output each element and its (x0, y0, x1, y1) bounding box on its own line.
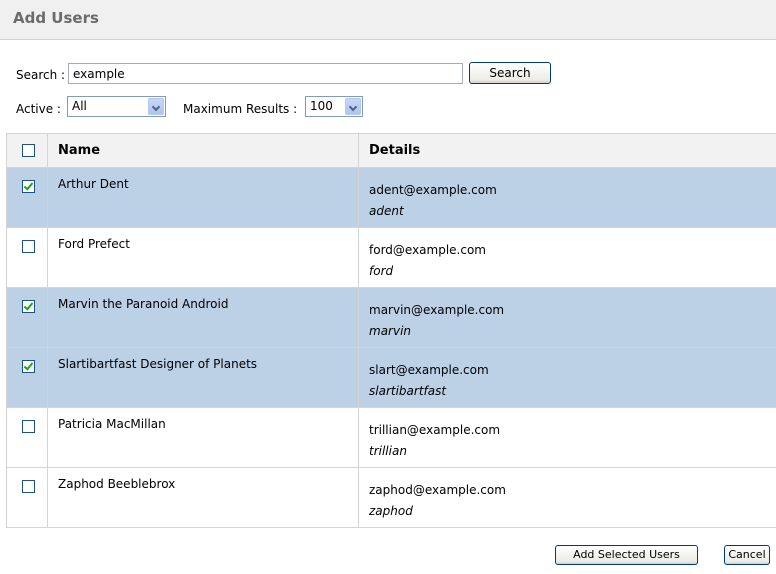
table-row[interactable]: Marvin the Paranoid Android marvin@examp… (6, 287, 776, 348)
user-name: Ford Prefect (58, 237, 130, 251)
table-row[interactable]: Zaphod Beeblebrox zaphod@example.com zap… (6, 467, 776, 528)
details-column-label: Details (369, 143, 421, 158)
chevron-down-icon[interactable] (345, 98, 361, 115)
row-checkbox-cell (6, 407, 48, 468)
user-username: ford (369, 264, 394, 278)
details-cell: marvin@example.com marvin (358, 287, 776, 348)
row-checkbox[interactable] (22, 480, 35, 493)
user-email: adent@example.com (369, 183, 497, 197)
row-checkbox[interactable] (22, 420, 35, 433)
user-email: zaphod@example.com (369, 483, 506, 497)
name-cell: Zaphod Beeblebrox (47, 467, 359, 528)
row-checkbox[interactable] (22, 240, 35, 253)
user-username: marvin (369, 324, 412, 338)
name-cell: Ford Prefect (47, 227, 359, 288)
details-cell: slart@example.com slartibartfast (358, 347, 776, 408)
dialog-header: Add Users (0, 0, 776, 40)
user-username: zaphod (369, 504, 413, 518)
row-checkbox-cell (6, 287, 48, 348)
row-checkbox[interactable] (22, 300, 35, 313)
row-checkbox[interactable] (22, 360, 35, 373)
table-row[interactable]: Slartibartfast Designer of Planets slart… (6, 347, 776, 408)
row-checkbox[interactable] (22, 180, 35, 193)
user-email: slart@example.com (369, 363, 489, 377)
user-name: Patricia MacMillan (58, 417, 166, 431)
max-results-select[interactable]: 100 (305, 96, 363, 117)
search-button[interactable]: Search (469, 62, 551, 84)
user-name: Arthur Dent (58, 177, 129, 191)
users-table: Name Details Arthur Dent adent@example.c… (6, 133, 776, 528)
row-checkbox-cell (6, 227, 48, 288)
user-username: trillian (369, 444, 407, 458)
dialog-title: Add Users (13, 9, 99, 27)
name-cell: Arthur Dent (47, 167, 359, 228)
select-all-checkbox[interactable] (22, 144, 35, 157)
table-row[interactable]: Arthur Dent adent@example.com adent (6, 167, 776, 228)
select-all-cell (6, 133, 48, 168)
active-select[interactable]: All (67, 96, 166, 117)
details-cell: trillian@example.com trillian (358, 407, 776, 468)
details-cell: adent@example.com adent (358, 167, 776, 228)
chevron-down-icon[interactable] (148, 98, 164, 115)
active-label: Active : (16, 102, 61, 116)
name-cell: Slartibartfast Designer of Planets (47, 347, 359, 408)
row-checkbox-cell (6, 347, 48, 408)
cancel-button[interactable]: Cancel (724, 545, 770, 565)
max-results-select-value: 100 (310, 99, 333, 113)
table-row[interactable]: Ford Prefect ford@example.com ford (6, 227, 776, 288)
name-column-label: Name (58, 143, 101, 158)
user-username: slartibartfast (369, 384, 447, 398)
name-cell: Marvin the Paranoid Android (47, 287, 359, 348)
table-row[interactable]: Patricia MacMillan trillian@example.com … (6, 407, 776, 468)
details-cell: zaphod@example.com zaphod (358, 467, 776, 528)
active-select-value: All (72, 99, 87, 113)
name-cell: Patricia MacMillan (47, 407, 359, 468)
max-results-label: Maximum Results : (183, 102, 298, 116)
search-input[interactable] (68, 63, 463, 84)
details-cell: ford@example.com ford (358, 227, 776, 288)
user-email: trillian@example.com (369, 423, 501, 437)
user-email: marvin@example.com (369, 303, 505, 317)
row-checkbox-cell (6, 167, 48, 228)
row-checkbox-cell (6, 467, 48, 528)
table-header-row: Name Details (6, 133, 776, 168)
details-column-header[interactable]: Details (358, 133, 776, 168)
user-name: Slartibartfast Designer of Planets (58, 357, 258, 371)
user-name: Zaphod Beeblebrox (58, 477, 176, 491)
search-label: Search : (16, 68, 66, 82)
user-username: adent (369, 204, 404, 218)
user-email: ford@example.com (369, 243, 486, 257)
add-selected-users-button[interactable]: Add Selected Users (555, 545, 698, 565)
user-name: Marvin the Paranoid Android (58, 297, 229, 311)
name-column-header[interactable]: Name (47, 133, 359, 168)
